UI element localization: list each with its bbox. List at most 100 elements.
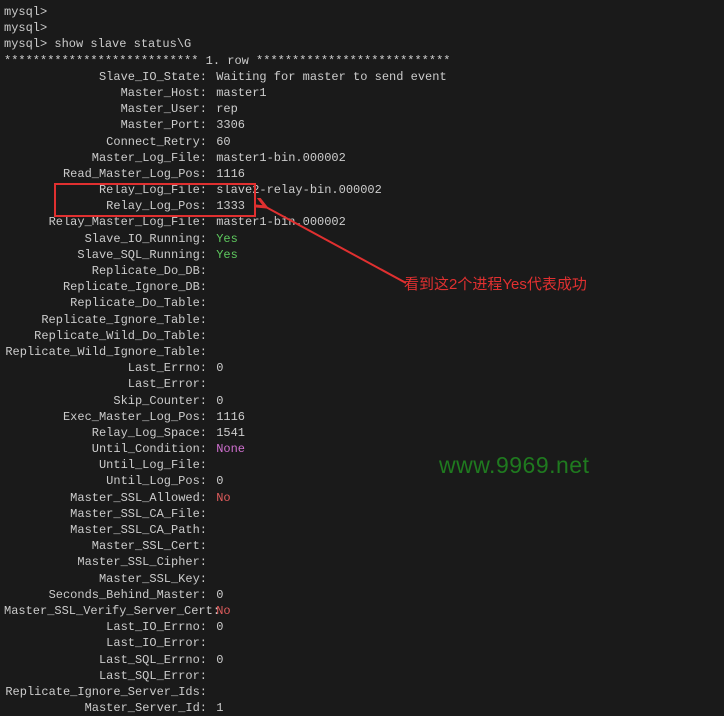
- status-row: Replicate_Ignore_Table:: [4, 312, 724, 328]
- status-row: Master_User: rep: [4, 101, 724, 117]
- field-value: [209, 668, 216, 684]
- field-label: Master_Server_Id:: [4, 700, 209, 716]
- status-row: Read_Master_Log_Pos: 1116: [4, 166, 724, 182]
- field-value: [209, 554, 216, 570]
- field-label: Master_SSL_CA_File:: [4, 506, 209, 522]
- status-row: Skip_Counter: 0: [4, 393, 724, 409]
- status-row: Relay_Log_Pos: 1333: [4, 198, 724, 214]
- status-row: Master_SSL_CA_File:: [4, 506, 724, 522]
- field-value: master1-bin.000002: [209, 214, 346, 230]
- field-value: 0: [209, 652, 223, 668]
- status-row: Master_SSL_Verify_Server_Cert: No: [4, 603, 724, 619]
- field-label: Master_SSL_Verify_Server_Cert:: [4, 603, 209, 619]
- field-value: [209, 263, 216, 279]
- field-label: Slave_IO_Running:: [4, 231, 209, 247]
- status-row: Slave_IO_Running: Yes: [4, 231, 724, 247]
- field-label: Master_SSL_Cipher:: [4, 554, 209, 570]
- field-value: 1116: [209, 409, 245, 425]
- field-label: Replicate_Wild_Do_Table:: [4, 328, 209, 344]
- field-value: Waiting for master to send event: [209, 69, 447, 85]
- status-row: Last_Errno: 0: [4, 360, 724, 376]
- field-label: Replicate_Wild_Ignore_Table:: [4, 344, 209, 360]
- field-value: master1: [209, 85, 267, 101]
- status-row: Replicate_Wild_Do_Table:: [4, 328, 724, 344]
- status-row: Until_Log_File:: [4, 457, 724, 473]
- field-value: [209, 635, 216, 651]
- status-row: Master_SSL_Cipher:: [4, 554, 724, 570]
- field-value: 60: [209, 134, 231, 150]
- field-label: Master_SSL_Cert:: [4, 538, 209, 554]
- prompt-line: mysql>: [4, 4, 724, 20]
- field-label: Relay_Log_Pos:: [4, 198, 209, 214]
- status-row: Last_IO_Error:: [4, 635, 724, 651]
- field-value: 1333: [209, 198, 245, 214]
- status-row: Replicate_Ignore_DB:: [4, 279, 724, 295]
- field-label: Replicate_Ignore_Server_Ids:: [4, 684, 209, 700]
- field-label: Until_Log_Pos:: [4, 473, 209, 489]
- status-row: Slave_IO_State: Waiting for master to se…: [4, 69, 724, 85]
- field-label: Replicate_Ignore_Table:: [4, 312, 209, 328]
- field-value: [209, 522, 216, 538]
- field-label: Until_Condition:: [4, 441, 209, 457]
- field-value: No: [209, 490, 231, 506]
- field-value: None: [209, 441, 245, 457]
- field-value: 0: [209, 360, 223, 376]
- field-label: Replicate_Ignore_DB:: [4, 279, 209, 295]
- field-label: Read_Master_Log_Pos:: [4, 166, 209, 182]
- field-value: [209, 376, 216, 392]
- status-row: Master_SSL_Allowed: No: [4, 490, 724, 506]
- status-row: Master_SSL_CA_Path:: [4, 522, 724, 538]
- field-value: 0: [209, 587, 223, 603]
- field-value: 0: [209, 473, 223, 489]
- status-row: Last_SQL_Error:: [4, 668, 724, 684]
- field-label: Master_Host:: [4, 85, 209, 101]
- status-row: Master_Host: master1: [4, 85, 724, 101]
- field-value: [209, 506, 216, 522]
- terminal-output: mysql>mysql>mysql> show slave status\G**…: [4, 4, 724, 716]
- status-row: Master_SSL_Cert:: [4, 538, 724, 554]
- field-label: Connect_Retry:: [4, 134, 209, 150]
- field-label: Master_SSL_Allowed:: [4, 490, 209, 506]
- field-label: Replicate_Do_DB:: [4, 263, 209, 279]
- status-row: Relay_Log_Space: 1541: [4, 425, 724, 441]
- field-value: [209, 684, 216, 700]
- field-value: [209, 328, 216, 344]
- field-label: Slave_IO_State:: [4, 69, 209, 85]
- status-row: Connect_Retry: 60: [4, 134, 724, 150]
- status-row: Exec_Master_Log_Pos: 1116: [4, 409, 724, 425]
- field-value: master1-bin.000002: [209, 150, 346, 166]
- row-separator: *************************** 1. row *****…: [4, 53, 724, 69]
- field-value: 0: [209, 393, 223, 409]
- field-label: Last_SQL_Error:: [4, 668, 209, 684]
- status-row: Until_Condition: None: [4, 441, 724, 457]
- field-label: Skip_Counter:: [4, 393, 209, 409]
- field-value: [209, 344, 216, 360]
- field-label: Master_SSL_Key:: [4, 571, 209, 587]
- field-value: 0: [209, 619, 223, 635]
- status-row: Relay_Log_File: slave2-relay-bin.000002: [4, 182, 724, 198]
- status-row: Relay_Master_Log_File: master1-bin.00000…: [4, 214, 724, 230]
- status-row: Replicate_Do_DB:: [4, 263, 724, 279]
- field-value: 1116: [209, 166, 245, 182]
- field-label: Until_Log_File:: [4, 457, 209, 473]
- field-label: Master_SSL_CA_Path:: [4, 522, 209, 538]
- annotation-text: 看到这2个进程Yes代表成功: [404, 275, 587, 295]
- field-label: Seconds_Behind_Master:: [4, 587, 209, 603]
- field-value: [209, 295, 216, 311]
- status-row: Last_IO_Errno: 0: [4, 619, 724, 635]
- status-row: Last_Error:: [4, 376, 724, 392]
- field-label: Last_Errno:: [4, 360, 209, 376]
- field-label: Last_IO_Errno:: [4, 619, 209, 635]
- status-row: Master_Log_File: master1-bin.000002: [4, 150, 724, 166]
- field-label: Relay_Log_Space:: [4, 425, 209, 441]
- field-value: [209, 538, 216, 554]
- field-label: Master_Log_File:: [4, 150, 209, 166]
- status-row: Replicate_Ignore_Server_Ids:: [4, 684, 724, 700]
- status-row: Master_SSL_Key:: [4, 571, 724, 587]
- prompt-line: mysql> show slave status\G: [4, 36, 724, 52]
- field-value: Yes: [209, 247, 238, 263]
- field-value: [209, 571, 216, 587]
- field-label: Slave_SQL_Running:: [4, 247, 209, 263]
- status-row: Last_SQL_Errno: 0: [4, 652, 724, 668]
- field-label: Last_Error:: [4, 376, 209, 392]
